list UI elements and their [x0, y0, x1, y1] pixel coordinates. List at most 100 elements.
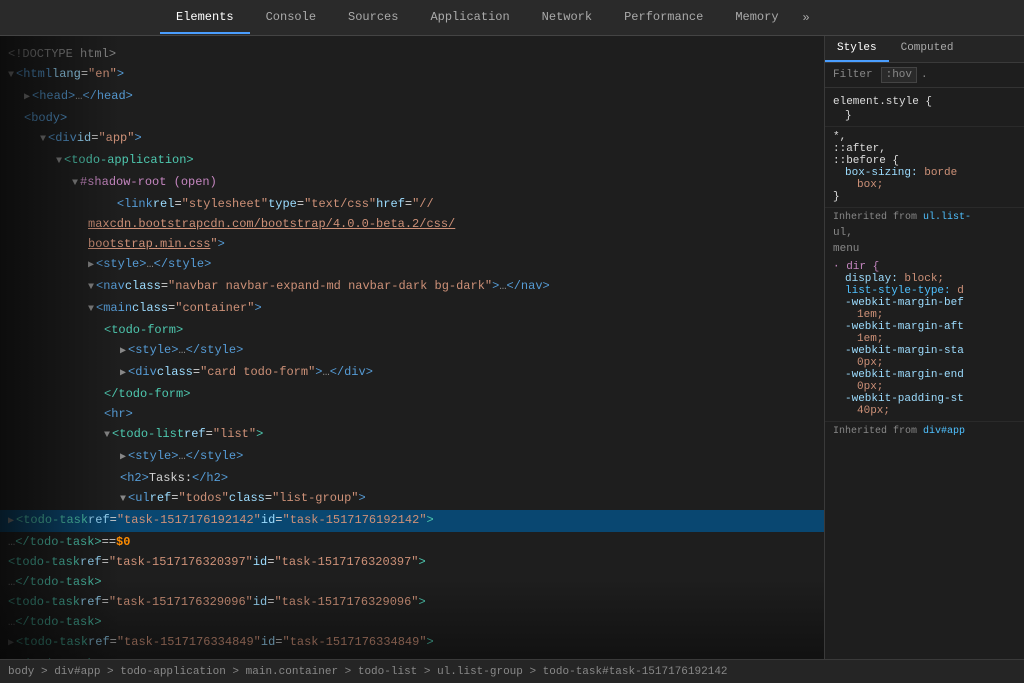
component-tag: </todo-form> — [104, 385, 190, 403]
style-selector: element.style { — [833, 96, 1016, 108]
html-line-selected[interactable]: ▶ <todo-task ref="task-1517176192142" id… — [0, 510, 824, 532]
attr-name: ref — [80, 553, 102, 571]
html-line: … </todo-task> == $0 — [0, 532, 824, 552]
expand-arrow[interactable]: ▶ — [120, 365, 126, 383]
attr-name: type — [268, 195, 297, 213]
attr-value: "task-1517176334849" — [117, 633, 261, 651]
attr-name: ref — [150, 489, 172, 507]
expand-arrow[interactable]: ▼ — [120, 491, 126, 509]
inherited-ref-div: div#app — [923, 426, 965, 437]
tag-name: <div — [128, 363, 157, 381]
tab-console[interactable]: Console — [250, 2, 332, 34]
expand-arrow[interactable]: ▶ — [8, 513, 14, 531]
attr-name: ref — [88, 511, 110, 529]
main-content: <!DOCTYPE html> ▼ <html lang="en" > ▶ <h… — [0, 36, 1024, 659]
html-line: … </todo-task> — [0, 654, 824, 659]
html-line: ▶ <div class="card todo-form" >…</div> — [0, 362, 824, 384]
tag-name: <html — [16, 65, 52, 83]
expand-arrow[interactable]: ▶ — [88, 257, 94, 275]
attr-value: bootstrap.min.css — [88, 235, 210, 253]
expand-arrow[interactable]: ▶ — [120, 449, 126, 467]
html-line: ▼ #shadow-root (open) — [0, 172, 824, 194]
expand-arrow[interactable]: ▶ — [120, 343, 126, 361]
tab-styles[interactable]: Styles — [825, 36, 889, 62]
doctype-text: <!DOCTYPE html> — [8, 45, 116, 63]
tab-sources[interactable]: Sources — [332, 2, 414, 34]
tab-elements[interactable]: Elements — [160, 2, 250, 34]
tag-name: <body> — [24, 109, 67, 127]
attr-name: id — [261, 633, 275, 651]
attr-name: ref — [88, 633, 110, 651]
inherited-ref: ul.list- — [923, 212, 971, 223]
tag-name: <link — [117, 195, 153, 213]
tab-performance[interactable]: Performance — [608, 2, 719, 34]
filter-label: Filter — [833, 69, 873, 81]
filter-hover[interactable]: :hov — [881, 67, 917, 83]
expand-arrow[interactable]: ▶ — [8, 635, 14, 653]
expand-arrow[interactable]: ▶ — [24, 89, 30, 107]
attr-name: rel — [153, 195, 175, 213]
attr-value: "navbar navbar-expand-md navbar-dark bg-… — [168, 277, 492, 295]
text-node: Tasks: — [149, 469, 192, 487]
inherited-header-div: Inherited from div#app — [825, 422, 1024, 439]
attr-name: id — [253, 593, 267, 611]
tab-network[interactable]: Network — [526, 2, 608, 34]
inherited-header-ul: Inherited from ul.list- — [825, 208, 1024, 225]
expand-arrow[interactable]: ▼ — [88, 301, 94, 319]
attr-value: "task-1517176192142" — [117, 511, 261, 529]
attr-value: "task-1517176334849" — [283, 633, 427, 651]
attr-name: id — [77, 129, 91, 147]
attr-value: "task-1517176320397" — [274, 553, 418, 571]
html-line: … </todo-task> — [0, 572, 824, 592]
html-line: ▶ <style> … </style> — [0, 254, 824, 276]
attr-name: class — [125, 277, 161, 295]
html-line: ▼ <todo-list ref="list" > — [0, 424, 824, 446]
expand-arrow[interactable]: ▼ — [40, 131, 46, 149]
tab-memory[interactable]: Memory — [719, 2, 794, 34]
tab-computed[interactable]: Computed — [889, 36, 966, 62]
style-rule-element: element.style { } — [825, 92, 1024, 127]
attr-name: class — [229, 489, 265, 507]
ellipsis: … — [75, 87, 82, 105]
component-tag: <todo-task — [8, 593, 80, 611]
html-line: ▼ <div id="app" > — [0, 128, 824, 150]
html-line: <link rel="stylesheet" type="text/css" h… — [0, 194, 824, 214]
component-tag: <todo-application> — [64, 151, 194, 169]
attr-name: lang — [52, 65, 81, 83]
expand-arrow[interactable]: ▼ — [8, 67, 14, 85]
tag-name: <style> — [128, 341, 178, 359]
tag-name: <main — [96, 299, 132, 317]
attr-value: "list-group" — [272, 489, 358, 507]
html-line: ▶ <style> …</style> — [0, 340, 824, 362]
expand-arrow[interactable]: ▼ — [56, 153, 62, 171]
attr-value: "task-1517176320397" — [109, 553, 253, 571]
tag-name: <hr> — [104, 405, 133, 423]
html-line: ▼ <ul ref="todos" class="list-group" > — [0, 488, 824, 510]
attr-value: "text/css" — [304, 195, 376, 213]
attr-value: "stylesheet" — [182, 195, 268, 213]
style-rule-universal: *, ::after, ::before { box-sizing: borde… — [825, 127, 1024, 208]
styles-content[interactable]: element.style { } *, ::after, ::before {… — [825, 88, 1024, 659]
html-line: <h2> Tasks: </h2> — [0, 468, 824, 488]
html-line: ▼ <todo-application> — [0, 150, 824, 172]
attr-value: "task-1517176329096" — [274, 593, 418, 611]
tag-close: > — [134, 129, 141, 147]
tab-application[interactable]: Application — [414, 2, 525, 34]
attr-value: "todos" — [178, 489, 228, 507]
expand-arrow[interactable]: ▼ — [104, 427, 110, 445]
filter-dot: . — [921, 69, 928, 81]
attr-value: "card todo-form" — [200, 363, 315, 381]
devtools-window: Elements Console Sources Application Net… — [0, 0, 1024, 683]
tag-name: <head> — [32, 87, 75, 105]
expand-arrow[interactable]: ▼ — [72, 175, 78, 193]
html-panel[interactable]: <!DOCTYPE html> ▼ <html lang="en" > ▶ <h… — [0, 36, 824, 659]
expand-arrow[interactable]: ▼ — [88, 279, 94, 297]
html-line: ▶ <style> …</style> — [0, 446, 824, 468]
tab-more[interactable]: » — [795, 3, 818, 33]
tag-name: <ul — [128, 489, 150, 507]
attr-name: id — [261, 511, 275, 529]
component-tag: <todo-task — [8, 553, 80, 571]
filter-bar: Filter :hov . — [825, 63, 1024, 88]
devtools-tabs: Elements Console Sources Application Net… — [0, 0, 1024, 36]
tag-name: <nav — [96, 277, 125, 295]
